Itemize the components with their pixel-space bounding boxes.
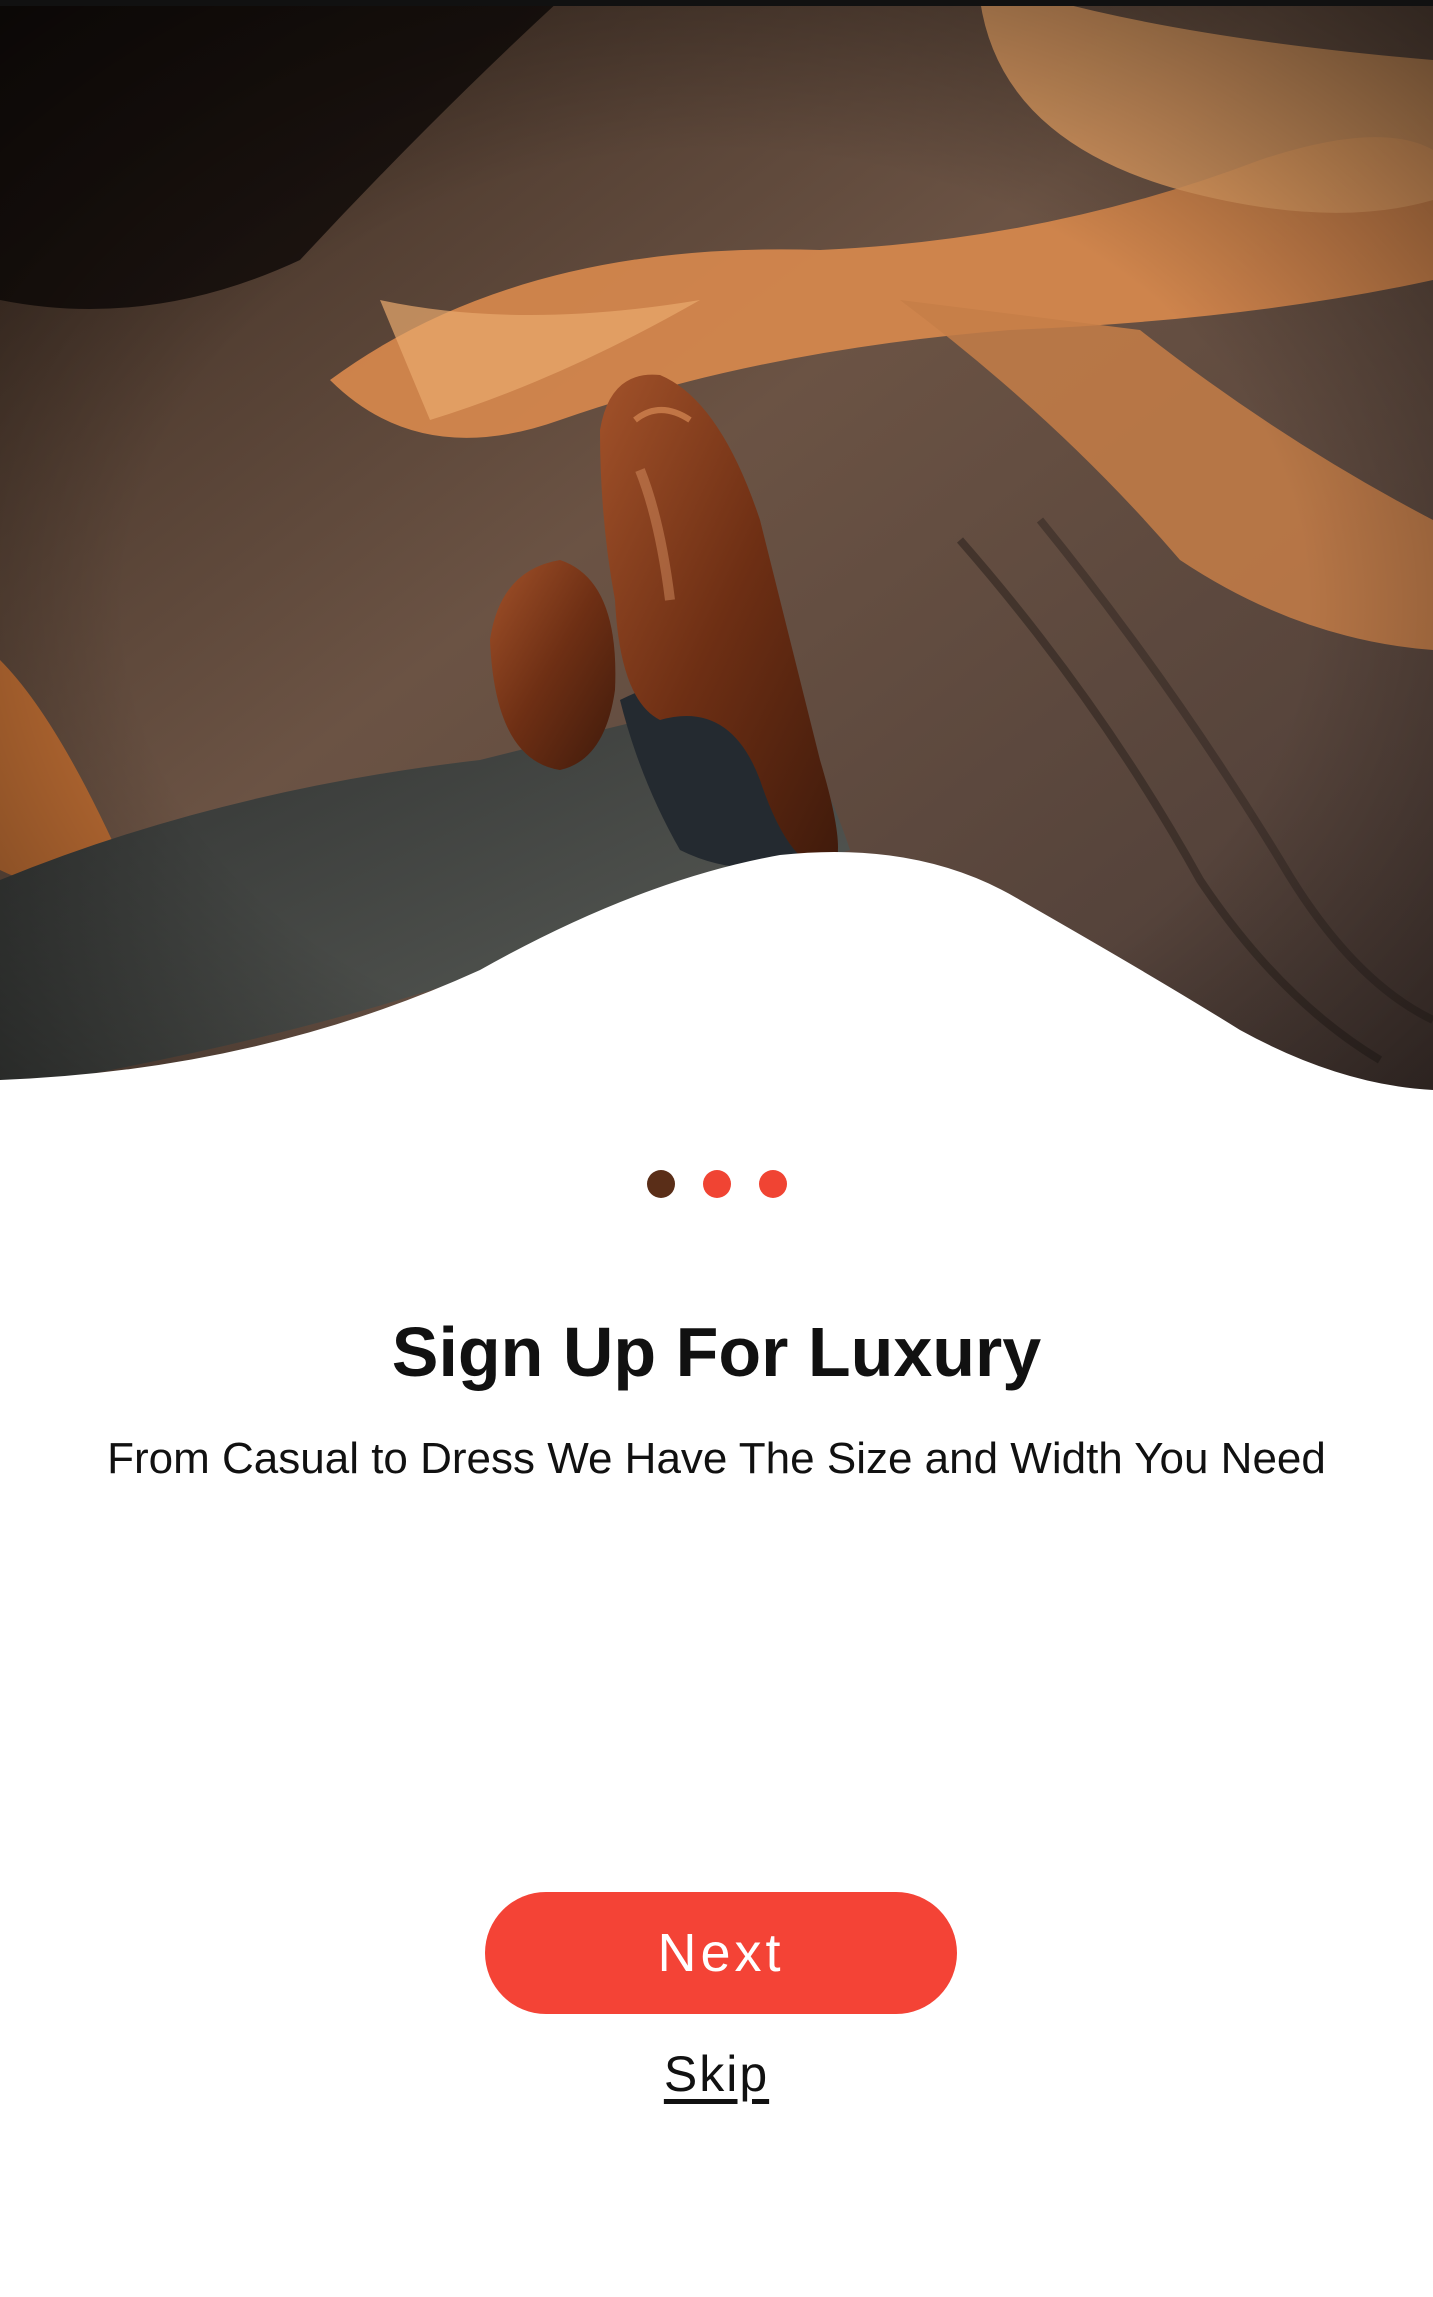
- page-dot-3: [758, 1170, 787, 1198]
- page-title: Sign Up For Luxury: [391, 1313, 1042, 1391]
- page-subtitle: From Casual to Dress We Have The Size an…: [107, 1434, 1326, 1483]
- next-button[interactable]: Next: [485, 1892, 957, 2014]
- page-dot-1-active: [646, 1170, 675, 1198]
- page-dot-2: [702, 1170, 731, 1198]
- page-indicator: [0, 1170, 1433, 1198]
- hero-image: [0, 0, 1433, 1100]
- skip-container: Skip: [0, 2045, 1433, 2103]
- status-bar: [0, 0, 1433, 6]
- skip-link[interactable]: Skip: [664, 2046, 769, 2102]
